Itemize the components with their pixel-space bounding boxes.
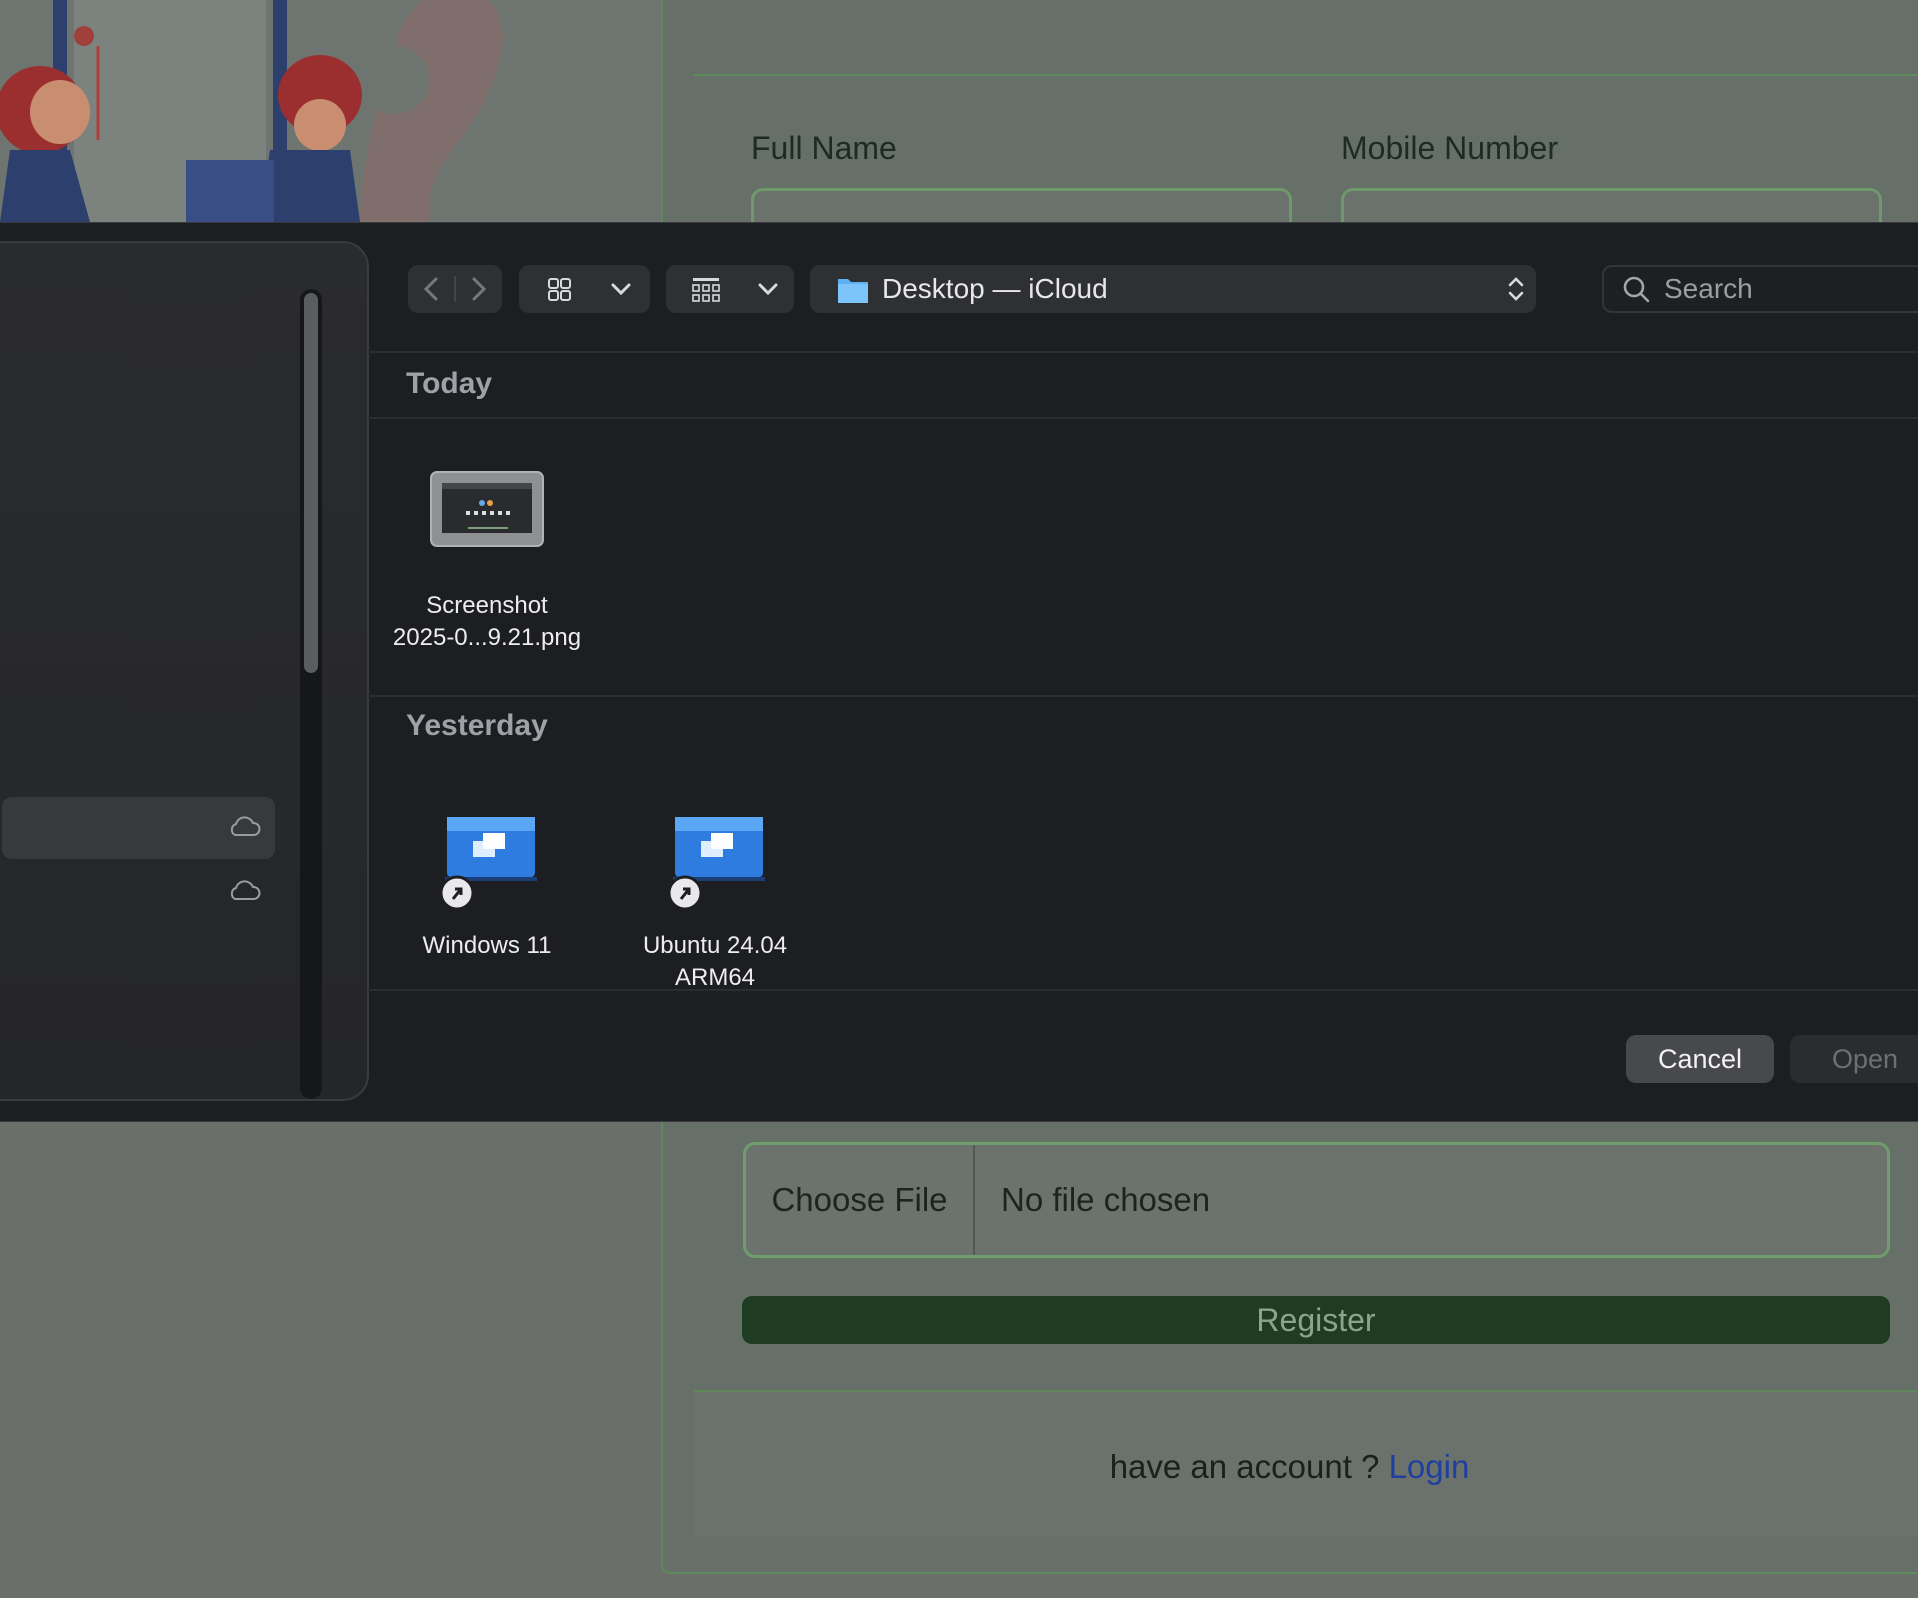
login-prompt-text: have an account ? [1109, 1448, 1389, 1485]
section-divider [368, 695, 1918, 697]
dialog-sidebar [0, 241, 369, 1101]
file-status-text: No file chosen [1001, 1181, 1211, 1218]
sidebar-scrollbar-thumb[interactable] [304, 293, 318, 673]
footer-divider [368, 989, 1918, 991]
cancel-button[interactable]: Cancel [1626, 1035, 1774, 1083]
file-name: Screenshot [426, 592, 548, 619]
icon-view-button[interactable] [519, 265, 650, 313]
section-title-today: Today [406, 367, 493, 400]
login-link[interactable]: Login [1389, 1448, 1470, 1485]
location-popup[interactable]: Desktop — iCloud [810, 265, 1536, 313]
open-button[interactable]: Open [1790, 1035, 1918, 1083]
location-label: Desktop — iCloud [882, 273, 1108, 304]
file-name: Windows 11 [422, 932, 552, 959]
section-divider [368, 351, 1918, 353]
card-top-divider [694, 74, 1918, 76]
section-divider [368, 417, 1918, 419]
gallery-view-icon [692, 278, 720, 302]
search-input[interactable]: Search [1602, 265, 1918, 313]
up-down-chevron-icon [1508, 277, 1524, 301]
sidebar-item-selected[interactable] [2, 797, 275, 859]
forward-chevron-icon[interactable] [456, 265, 502, 313]
icloud-icon [230, 880, 261, 900]
file-item-windows-11[interactable]: Windows 11 [382, 811, 592, 962]
section-title-yesterday: Yesterday [406, 709, 548, 742]
search-placeholder: Search [1664, 273, 1753, 304]
vm-alias-icon [667, 817, 765, 911]
chevron-down-icon [611, 283, 631, 296]
delivery-illustration [0, 0, 661, 222]
sidebar-item[interactable] [2, 861, 275, 923]
screenshot-thumbnail-icon [430, 471, 544, 547]
grid-view-icon [548, 278, 571, 301]
file-name-line2: 2025-0...9.21.png [392, 624, 582, 651]
vm-alias-icon [439, 817, 537, 911]
full-name-label: Full Name [751, 130, 897, 166]
back-chevron-icon[interactable] [408, 265, 454, 313]
folder-icon [838, 279, 868, 303]
group-view-button[interactable] [666, 265, 794, 313]
search-icon [1623, 276, 1650, 303]
login-prompt: have an account ? Login [0, 1448, 1918, 1486]
file-name: Ubuntu 24.04 [642, 932, 788, 959]
file-item-ubuntu[interactable]: Ubuntu 24.04 ARM64 [610, 811, 820, 994]
chevron-down-icon [758, 283, 778, 296]
choose-file-button[interactable]: Choose File [746, 1145, 975, 1255]
mobile-number-label: Mobile Number [1341, 130, 1558, 166]
file-upload-field[interactable]: Choose File No file chosen [743, 1142, 1890, 1258]
register-button[interactable]: Register [742, 1296, 1890, 1344]
navigation-buttons [408, 265, 502, 313]
file-item-screenshot[interactable]: Screenshot 2025-0...9.21.png [382, 471, 592, 654]
icloud-icon [230, 816, 261, 836]
file-open-dialog: Desktop — iCloud Search Today Screenshot… [0, 222, 1918, 1122]
